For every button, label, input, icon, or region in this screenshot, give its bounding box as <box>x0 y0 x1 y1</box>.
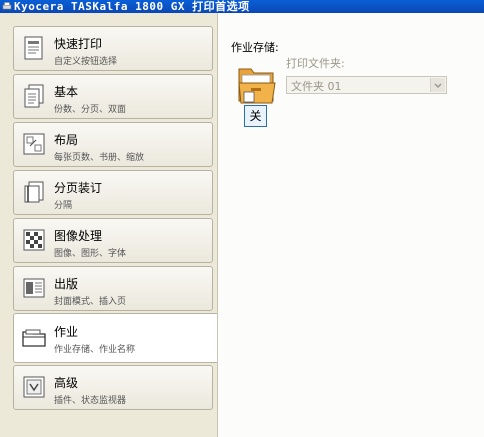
sidebar-item-advanced[interactable]: 高级 插件、状态监视器 <box>13 365 213 410</box>
job-storage-state-badge[interactable]: 关 <box>244 105 267 127</box>
sidebar-item-desc: 自定义按钮选择 <box>54 57 118 67</box>
sidebar-item-label: 布局 <box>54 133 79 147</box>
sidebar-item-desc: 作业存储、作业名称 <box>54 345 136 355</box>
sidebar-item-layout[interactable]: 布局 每张页数、书册、缩放 <box>13 122 213 167</box>
job-storage-label: 作业存储: <box>231 41 279 54</box>
folder-select[interactable]: 文件夹 01 <box>286 76 447 94</box>
finishing-icon <box>24 181 44 203</box>
job-settings-panel: 作业存储: 关 打印文件夹: 文件夹 01 <box>217 13 484 437</box>
sidebar-item-desc: 每张页数、书册、缩放 <box>54 153 145 163</box>
imaging-icon <box>23 229 45 251</box>
sidebar-item-basic[interactable]: 基本 份数、分页、双面 <box>13 74 213 119</box>
sidebar-item-job[interactable]: 作业 作业存储、作业名称 <box>13 313 217 363</box>
sidebar-item-quick-print[interactable]: 快速打印 自定义按钮选择 <box>13 26 213 71</box>
print-folder-label: 打印文件夹: <box>286 57 345 70</box>
sidebar-item-label: 出版 <box>54 277 79 291</box>
sidebar-item-desc: 插件、状态监视器 <box>54 396 127 406</box>
sidebar-item-label: 分页装订 <box>54 181 103 195</box>
sidebar-item-label: 基本 <box>54 85 79 99</box>
title-bar[interactable]: Kyocera TASKalfa 1800 GX 打印首选项 <box>0 0 484 13</box>
sidebar-item-desc: 份数、分页、双面 <box>54 105 127 115</box>
sidebar-item-label: 图像处理 <box>54 229 103 243</box>
folder-select-value: 文件夹 01 <box>291 80 342 93</box>
sidebar-item-label: 高级 <box>54 376 79 390</box>
sidebar-item-label: 作业 <box>54 325 79 339</box>
sidebar-item-publishing[interactable]: 出版 封面模式、插入页 <box>13 266 213 311</box>
advanced-icon <box>23 376 45 398</box>
sidebar-item-desc: 分隔 <box>54 201 73 211</box>
printer-icon <box>2 2 12 10</box>
sidebar: 快速打印 自定义按钮选择 基本 份数、分页、双面 布局 每张页数、书册、缩放 分… <box>0 13 217 437</box>
window-title: Kyocera TASKalfa 1800 GX 打印首选项 <box>14 0 250 13</box>
folder-icon[interactable] <box>235 61 279 109</box>
chevron-down-icon <box>430 78 445 92</box>
quick-print-icon <box>24 36 43 60</box>
sidebar-item-finishing[interactable]: 分页装订 分隔 <box>13 170 213 215</box>
sidebar-item-label: 快速打印 <box>54 37 103 51</box>
sidebar-item-desc: 封面模式、插入页 <box>54 297 127 307</box>
publishing-icon <box>23 278 45 298</box>
sidebar-item-desc: 图像、图形、字体 <box>54 249 127 259</box>
job-icon <box>22 329 46 347</box>
sidebar-item-imaging[interactable]: 图像处理 图像、图形、字体 <box>13 218 213 263</box>
basic-icon <box>24 84 44 108</box>
layout-icon <box>23 133 45 155</box>
